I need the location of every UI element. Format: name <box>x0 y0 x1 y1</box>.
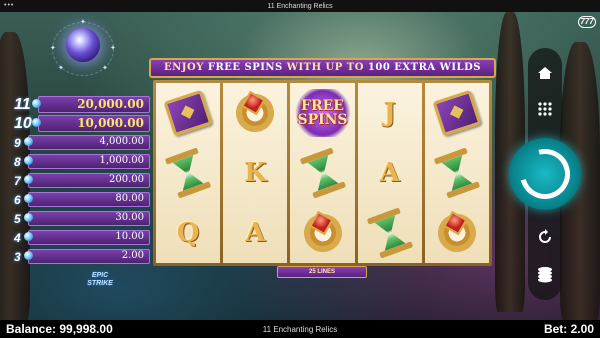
paytable-row: 11 20,000.00 <box>14 96 150 114</box>
spin-icon <box>510 139 580 209</box>
home-icon <box>538 67 552 79</box>
paytable-count: 9 <box>14 136 21 150</box>
paytable-count: 4 <box>14 231 21 245</box>
spin-button[interactable] <box>509 138 581 210</box>
paytable-count: 11 <box>14 96 31 113</box>
autoplay-icon <box>539 229 551 243</box>
paytable-count: 7 <box>14 174 21 188</box>
window-menu-icon[interactable]: ••• <box>4 2 14 9</box>
free-spins-text: FREE <box>301 98 344 114</box>
ring-symbol <box>429 206 485 260</box>
paytable-value: 80.00 <box>115 193 144 204</box>
hourglass-symbol <box>160 146 216 200</box>
bet-display[interactable]: Bet: 2.00 <box>544 322 594 336</box>
brand-logo: 777 <box>578 16 596 28</box>
paytable-value: 10,000.00 <box>77 116 144 130</box>
reel-column: Q <box>156 83 221 263</box>
gem-icon <box>24 251 33 260</box>
letter-symbol: K <box>227 146 283 200</box>
paytable-row: 5 30.00 <box>14 210 150 228</box>
letter-symbol: A <box>227 206 283 260</box>
paytable-row: 7 200.00 <box>14 172 150 190</box>
book-icon <box>432 89 482 137</box>
reel-column: KA <box>223 83 288 263</box>
menu-grid-icon <box>538 102 552 116</box>
letter-symbol-text: K <box>243 158 267 188</box>
lines-label: 25 LINES <box>277 266 367 278</box>
epic-strike-logo: EPIC STRIKE <box>87 272 113 287</box>
letter-symbol-text: A <box>379 158 400 188</box>
coins-icon <box>538 267 552 283</box>
window-title: 11 Enchanting Relics <box>267 2 333 10</box>
paytable-value: 1,000.00 <box>99 155 144 166</box>
window-titlebar: ••• 11 Enchanting Relics <box>0 0 600 12</box>
hourglass-icon <box>366 207 413 259</box>
orb-icon <box>66 28 100 62</box>
gem-icon <box>32 99 41 108</box>
reel-column: JA <box>357 83 422 263</box>
paytable-count: 3 <box>14 250 21 264</box>
paytable-count: 6 <box>14 193 21 207</box>
book-icon <box>163 89 213 137</box>
ring-symbol <box>227 86 283 140</box>
reel-column: FREE SPINS <box>290 83 355 263</box>
ring-icon <box>299 209 346 257</box>
gem-icon <box>24 175 33 184</box>
hourglass-icon <box>164 147 212 199</box>
reel-column <box>424 83 490 263</box>
paytable-row: 9 4,000.00 <box>14 134 150 152</box>
gem-icon <box>24 156 33 165</box>
hourglass-symbol <box>295 146 351 200</box>
paytable-row: 8 1,000.00 <box>14 153 150 171</box>
book-symbol <box>160 86 216 140</box>
reel-grid[interactable]: Q K A FREE SPINS J A <box>153 80 492 266</box>
gem-icon <box>24 232 33 241</box>
gem-icon <box>24 213 33 222</box>
letter-symbol-text: J <box>383 98 396 128</box>
menu-button[interactable] <box>528 94 562 124</box>
book-symbol <box>429 86 485 140</box>
magic-orb: ✦ ✦ ✦ ✦ ✦ <box>48 19 118 82</box>
paytable-value: 20,000.00 <box>77 97 144 111</box>
autoplay-button[interactable] <box>528 222 562 252</box>
paytable-value: 4,000.00 <box>99 136 144 147</box>
hourglass-icon <box>299 147 346 199</box>
paytable-count: 8 <box>14 155 21 169</box>
home-button[interactable] <box>528 58 562 88</box>
game-title: 11 Enchanting Relics <box>262 325 338 334</box>
paytable-row: 6 80.00 <box>14 191 150 209</box>
paytable-row: 10 10,000.00 <box>14 115 150 133</box>
paytable-row: 3 2.00 <box>14 248 150 266</box>
letter-symbol: A <box>362 146 418 200</box>
paytable-count: 10 <box>14 115 32 132</box>
paytable-value: 30.00 <box>115 212 144 223</box>
paytable-count: 5 <box>14 212 21 226</box>
promo-banner: ENJOY FREE SPINS WITH UP TO 100 EXTRA WI… <box>149 58 496 78</box>
reel-area: ENJOY FREE SPINS WITH UP TO 100 EXTRA WI… <box>149 58 496 280</box>
hourglass-symbol <box>429 146 485 200</box>
ring-symbol <box>295 206 351 260</box>
gem-icon <box>24 194 33 203</box>
ring-icon <box>433 209 481 257</box>
hourglass-icon <box>433 147 481 199</box>
paytable-value: 2.00 <box>121 250 144 261</box>
paytable-value: 10.00 <box>115 231 144 242</box>
letter-symbol-text: A <box>245 218 266 248</box>
paytable-value: 200.00 <box>109 174 144 185</box>
free-spins-symbol: FREE SPINS <box>294 86 351 140</box>
paytable-row: 4 10.00 <box>14 229 150 247</box>
bet-button[interactable] <box>528 260 562 290</box>
paytable: 11 20,000.00 10 10,000.00 9 4,000.00 8 1,000.00… <box>14 96 150 267</box>
letter-symbol: Q <box>160 206 216 260</box>
hourglass-symbol <box>362 206 418 260</box>
letter-symbol-text: Q <box>176 218 200 248</box>
ring-icon <box>232 89 279 137</box>
free-spins-text: SPINS <box>297 112 348 128</box>
gem-icon <box>32 118 41 127</box>
letter-symbol: J <box>362 86 418 140</box>
gem-icon <box>24 137 33 146</box>
status-bar: Balance: 99,998.00 11 Enchanting Relics … <box>0 320 600 338</box>
